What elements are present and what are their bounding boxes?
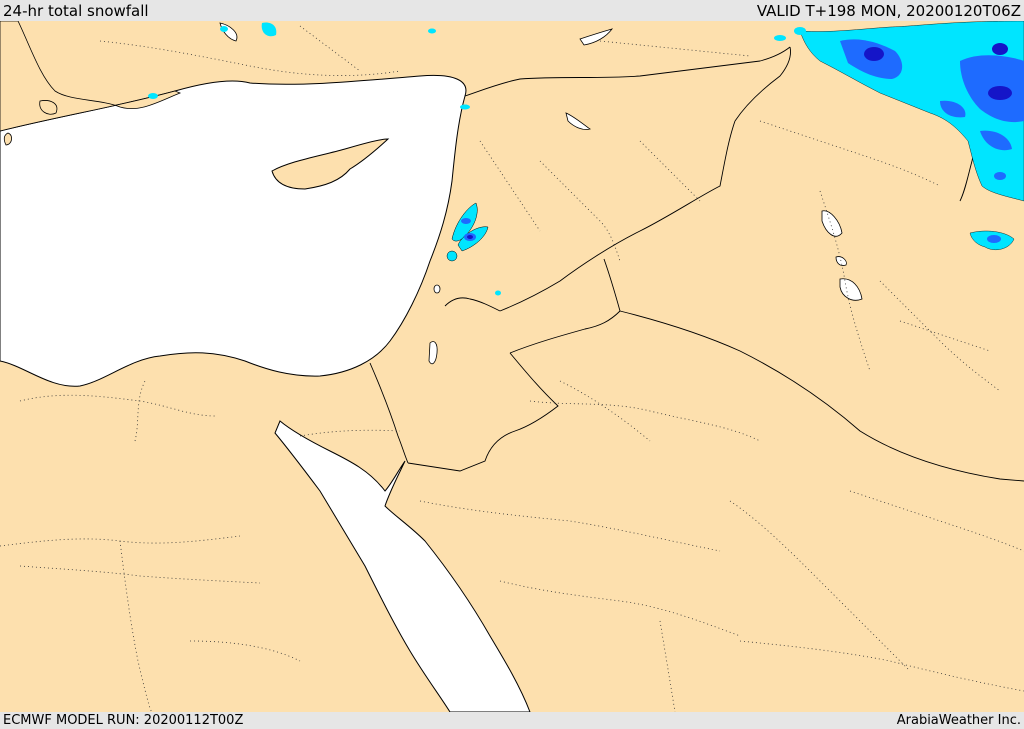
header-bar: 24-hr total snowfall VALID T+198 MON, 20… bbox=[0, 0, 1024, 21]
credit: ArabiaWeather Inc. bbox=[896, 713, 1021, 728]
footer-bar: ECMWF MODEL RUN: 20200112T00Z ArabiaWeat… bbox=[0, 712, 1024, 729]
map-canvas bbox=[0, 21, 1024, 712]
map-panel bbox=[0, 21, 1024, 712]
model-run: ECMWF MODEL RUN: 20200112T00Z bbox=[3, 713, 244, 728]
map-title: 24-hr total snowfall bbox=[3, 1, 149, 20]
sea-of-galilee bbox=[433, 284, 441, 294]
island-2 bbox=[3, 132, 12, 146]
valid-time: VALID T+198 MON, 20200120T06Z bbox=[756, 1, 1021, 20]
